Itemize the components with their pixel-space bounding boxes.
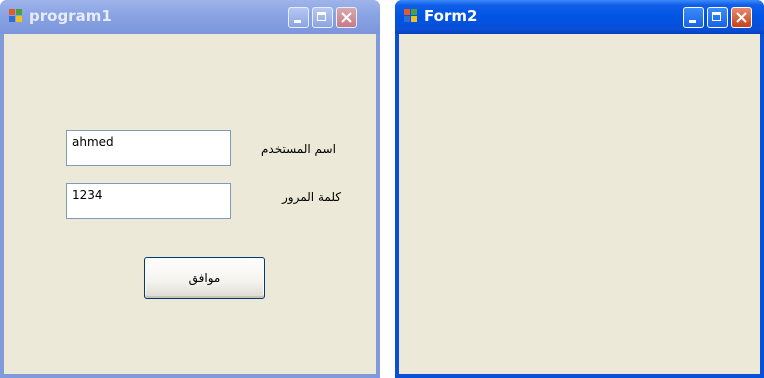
maximize-icon: [317, 12, 326, 21]
close-button[interactable]: [731, 7, 752, 28]
maximize-button[interactable]: [707, 7, 728, 28]
minimize-icon: [294, 20, 301, 23]
password-input[interactable]: 1234: [66, 183, 231, 219]
maximize-icon: [712, 12, 721, 21]
program1-title: program1: [29, 7, 112, 25]
program1-titlebar[interactable]: program1: [0, 0, 380, 34]
app-icon: [404, 9, 417, 22]
program1-window: program1 ahmed اسم المستخدم 1234 كلمة ال…: [0, 0, 380, 378]
maximize-button[interactable]: [312, 7, 333, 28]
password-label: كلمة المرور: [282, 190, 342, 204]
username-label: اسم المستخدم: [261, 142, 336, 156]
close-icon: [736, 12, 747, 23]
program1-client-area: ahmed اسم المستخدم 1234 كلمة المرور مواف…: [4, 34, 376, 374]
username-input[interactable]: ahmed: [66, 130, 231, 166]
app-icon: [9, 9, 22, 22]
minimize-button[interactable]: [288, 7, 309, 28]
close-icon: [341, 12, 352, 23]
form2-titlebar[interactable]: Form2: [395, 0, 764, 34]
form2-window: Form2: [395, 0, 764, 378]
minimize-button[interactable]: [683, 7, 704, 28]
form2-title: Form2: [424, 7, 478, 25]
close-button[interactable]: [336, 7, 357, 28]
ok-button[interactable]: موافق: [144, 257, 265, 299]
minimize-icon: [689, 20, 696, 23]
form2-client-area: [399, 34, 760, 374]
